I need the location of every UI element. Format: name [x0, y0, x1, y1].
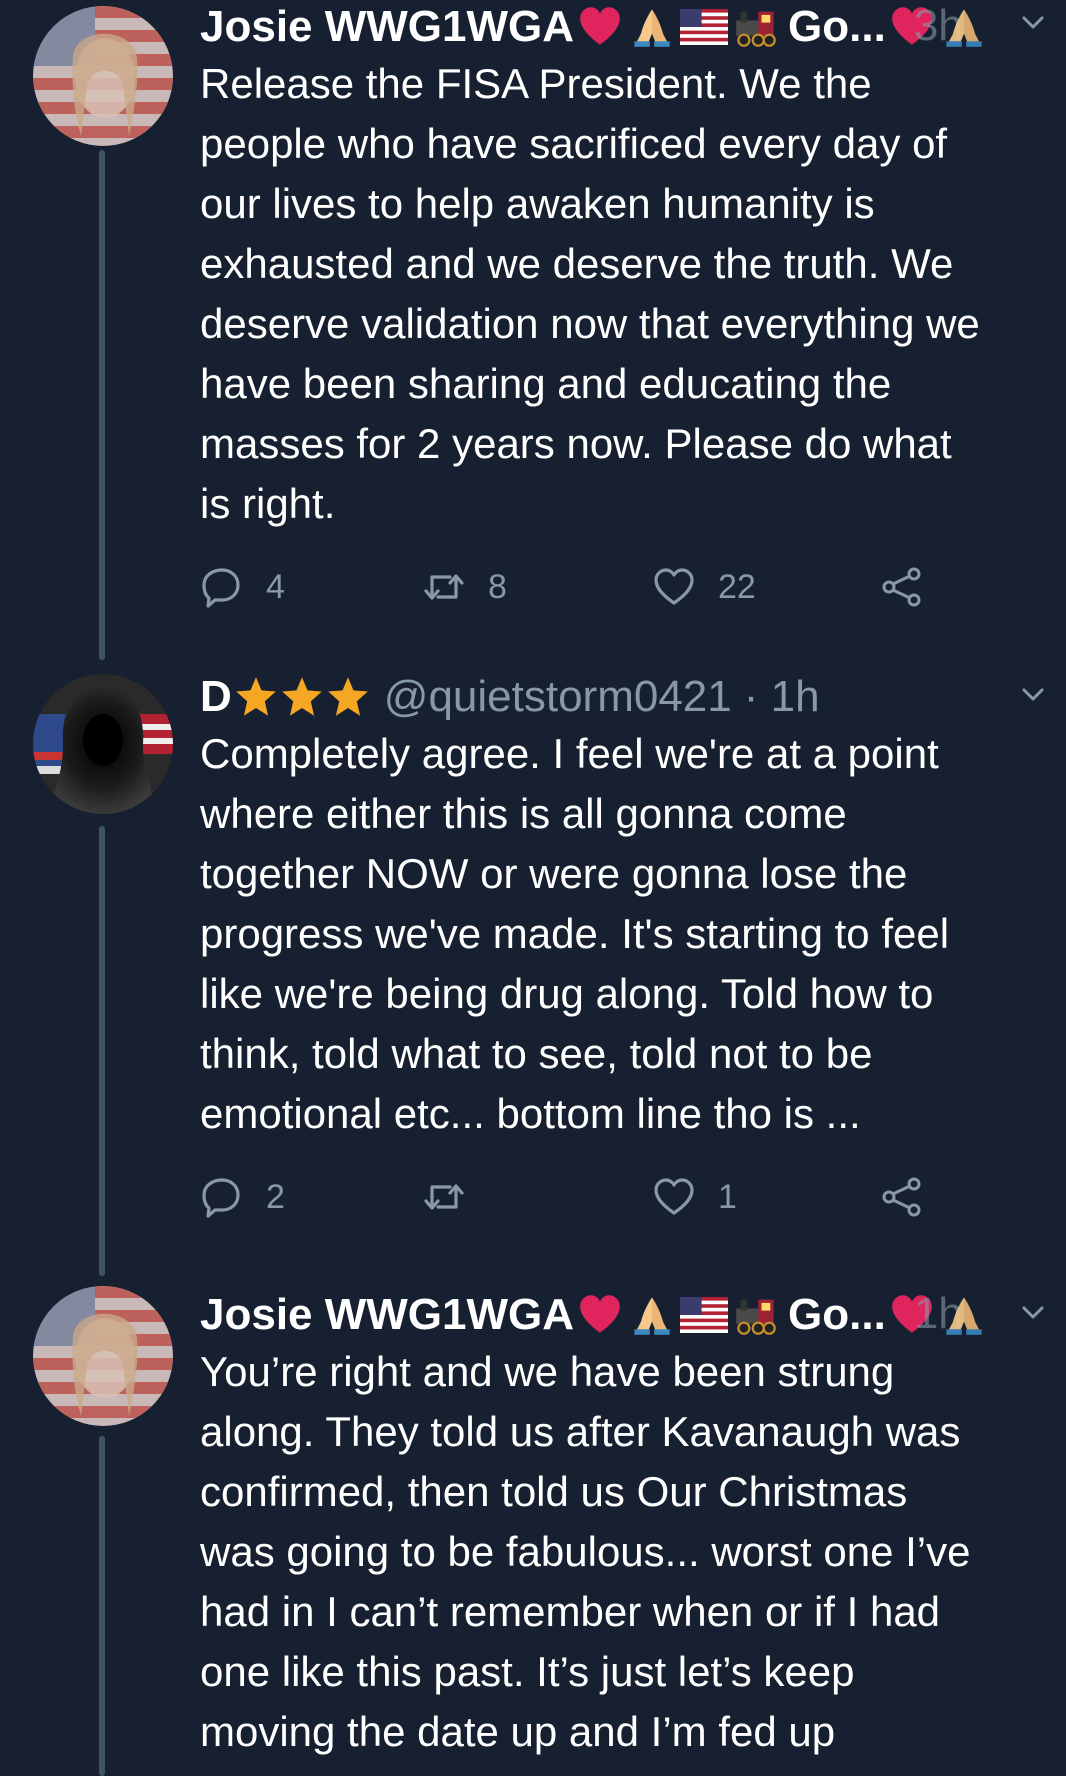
star-icon: [234, 675, 278, 719]
flag-portrait-icon: [33, 1286, 173, 1426]
tweet-1[interactable]: Josie WWG1WGA Go... 3h Release the FISA …: [0, 0, 1066, 660]
like-count: 22: [718, 567, 756, 606]
author-name[interactable]: Josie WWG1WGA: [200, 2, 574, 52]
praying-hands-emoji: [940, 1293, 988, 1337]
retweet-icon: [422, 1175, 466, 1219]
tweet-text: Release the FISA President. We the peopl…: [200, 60, 980, 527]
like-count: 1: [718, 1177, 737, 1216]
avatar[interactable]: [33, 1286, 173, 1426]
tweet-header: D @quietstorm0421 · 1h: [200, 670, 1046, 724]
retweet-button[interactable]: [422, 1172, 488, 1222]
tweet-text: You’re right and we have been strung alo…: [200, 1348, 971, 1755]
us-flag-emoji: [680, 5, 728, 49]
avatar[interactable]: [33, 674, 173, 814]
reply-icon: [200, 565, 244, 609]
praying-hands-emoji: [940, 5, 988, 49]
tweet-header: Josie WWG1WGA Go... 1h: [200, 1288, 1046, 1342]
heart-emoji: [576, 1293, 624, 1337]
name-emojis-tail: 3h: [888, 1, 988, 50]
author-name[interactable]: D: [200, 672, 232, 722]
star-icon: [280, 675, 324, 719]
timestamp: · 1h: [743, 672, 820, 721]
author-handle[interactable]: @quietstorm0421: [384, 672, 732, 722]
us-flag-emoji: [680, 1293, 728, 1337]
share-icon: [880, 1175, 924, 1219]
locomotive-emoji: [732, 1293, 780, 1337]
hooded-figure-icon: [33, 674, 173, 814]
share-button[interactable]: [880, 562, 924, 612]
name-emojis-tail: 1h: [888, 1289, 988, 1338]
locomotive-emoji: [732, 5, 780, 49]
flag-portrait-icon: [33, 6, 173, 146]
like-icon: [652, 565, 696, 609]
tweet-3[interactable]: Josie WWG1WGA Go... 1h You’re right and …: [0, 1280, 1066, 1776]
chevron-down-icon[interactable]: [1018, 1298, 1048, 1328]
action-bar: 4 8 22: [200, 562, 960, 612]
reply-count: 2: [266, 1177, 285, 1216]
thread-line: [99, 826, 105, 1276]
tweet-2[interactable]: D @quietstorm0421 · 1h Completely agree.…: [0, 660, 1066, 1276]
reply-icon: [200, 1175, 244, 1219]
like-button[interactable]: 22: [652, 562, 756, 612]
reply-button[interactable]: 4: [200, 562, 285, 612]
name-emojis: [576, 1293, 780, 1337]
avatar[interactable]: [33, 6, 173, 146]
name-emojis: [576, 5, 780, 49]
chevron-down-icon[interactable]: [1018, 8, 1048, 38]
retweet-icon: [422, 565, 466, 609]
praying-hands-emoji: [628, 1293, 676, 1337]
share-button[interactable]: [880, 1172, 924, 1222]
reply-button[interactable]: 2: [200, 1172, 285, 1222]
heart-emoji: [576, 5, 624, 49]
reply-count: 4: [266, 567, 285, 606]
retweet-button[interactable]: 8: [422, 562, 507, 612]
like-icon: [652, 1175, 696, 1219]
action-bar: 2 1: [200, 1172, 960, 1222]
praying-hands-emoji: [628, 5, 676, 49]
like-button[interactable]: 1: [652, 1172, 737, 1222]
chevron-down-icon[interactable]: [1018, 680, 1048, 710]
author-name[interactable]: Josie WWG1WGA: [200, 1290, 574, 1340]
star-icon: [326, 675, 370, 719]
tweet-text: Completely agree. I feel we're at a poin…: [200, 730, 950, 1137]
share-icon: [880, 565, 924, 609]
author-name-suffix: Go...: [788, 1290, 886, 1339]
thread-line: [99, 1436, 105, 1776]
thread-line: [99, 150, 105, 660]
tweet-header: Josie WWG1WGA Go... 3h: [200, 0, 1046, 54]
author-name-suffix: Go...: [788, 2, 886, 51]
retweet-count: 8: [488, 567, 507, 606]
